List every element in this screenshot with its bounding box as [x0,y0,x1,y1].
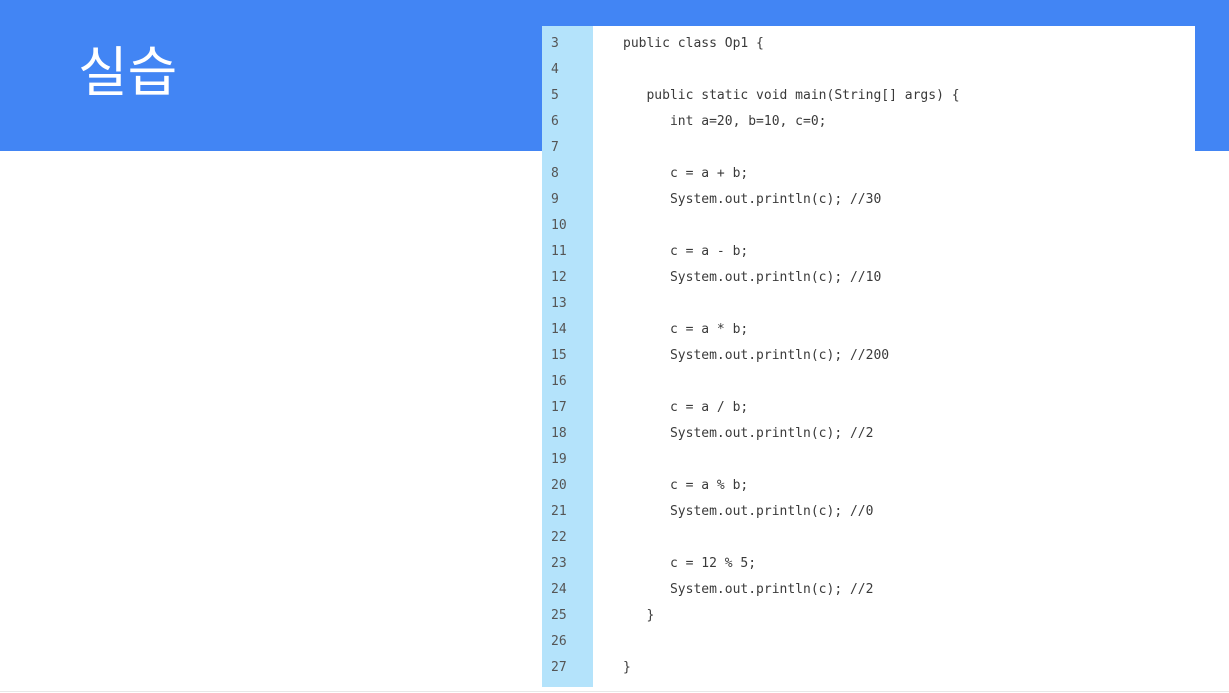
line-number: 27 [551,660,567,675]
code-line: 16 [542,369,1195,395]
line-number: 20 [551,478,567,493]
code-line: 25 } [542,603,1195,629]
slide-title: 실습 [78,41,178,104]
line-number: 10 [551,218,567,233]
code-line: 8 c = a + b; [542,161,1195,187]
code-line: 23 c = 12 % 5; [542,551,1195,577]
code-text: c = a % b; [623,478,749,493]
code-line: 27} [542,655,1195,681]
line-number: 22 [551,530,567,545]
line-number: 16 [551,374,567,389]
code-text: c = a / b; [623,400,749,415]
code-text: c = 12 % 5; [623,556,757,571]
code-line: 5 public static void main(String[] args)… [542,83,1195,109]
code-line: 24 System.out.println(c); //2 [542,577,1195,603]
line-number: 25 [551,608,567,623]
code-text: int a=20, b=10, c=0; [623,114,827,129]
line-number: 7 [551,140,559,155]
code-line: 6 int a=20, b=10, c=0; [542,109,1195,135]
line-number: 11 [551,244,567,259]
line-number: 18 [551,426,567,441]
code-line: 21 System.out.println(c); //0 [542,499,1195,525]
code-line: 19 [542,447,1195,473]
code-line: 22 [542,525,1195,551]
line-number: 13 [551,296,567,311]
code-line: 14 c = a * b; [542,317,1195,343]
code-line: 20 c = a % b; [542,473,1195,499]
code-line: 12 System.out.println(c); //10 [542,265,1195,291]
code-text: c = a + b; [623,166,749,181]
code-line: 17 c = a / b; [542,395,1195,421]
line-number: 17 [551,400,567,415]
code-line: 7 [542,135,1195,161]
code-text: System.out.println(c); //200 [623,348,890,363]
line-number: 26 [551,634,567,649]
code-line: 9 System.out.println(c); //30 [542,187,1195,213]
line-number: 8 [551,166,559,181]
code-line: 18 System.out.println(c); //2 [542,421,1195,447]
code-text: public static void main(String[] args) { [623,88,960,103]
code-line: 10 [542,213,1195,239]
line-number: 23 [551,556,567,571]
line-number: 19 [551,452,567,467]
code-panel: 3 public class Op1 { 4 5 public static void… [542,26,1195,687]
code-text: c = a * b; [623,322,749,337]
line-number: 12 [551,270,567,285]
line-number: 9 [551,192,559,207]
code-text: public class Op1 { [623,36,764,51]
code-line: 4 [542,57,1195,83]
line-number: 6 [551,114,559,129]
bottom-divider [0,691,1229,692]
code-line: 11 c = a - b; [542,239,1195,265]
code-text: System.out.println(c); //10 [623,270,882,285]
line-number: 4 [551,62,559,77]
code-text: } [623,608,655,623]
code-text: System.out.println(c); //2 [623,582,874,597]
line-number: 21 [551,504,567,519]
code-text: c = a - b; [623,244,749,259]
line-number: 5 [551,88,559,103]
code-line: 15 System.out.println(c); //200 [542,343,1195,369]
code-lines: 3 public class Op1 { 4 5 public static void… [542,31,1195,681]
code-line: 3 public class Op1 { [542,31,1195,57]
line-number: 14 [551,322,567,337]
code-text: } [623,660,631,675]
code-line: 26 [542,629,1195,655]
line-number: 15 [551,348,567,363]
code-text: System.out.println(c); //30 [623,192,882,207]
line-number: 24 [551,582,567,597]
code-text: System.out.println(c); //2 [623,426,874,441]
line-number: 3 [551,36,559,51]
code-line: 13 [542,291,1195,317]
code-text: System.out.println(c); //0 [623,504,874,519]
